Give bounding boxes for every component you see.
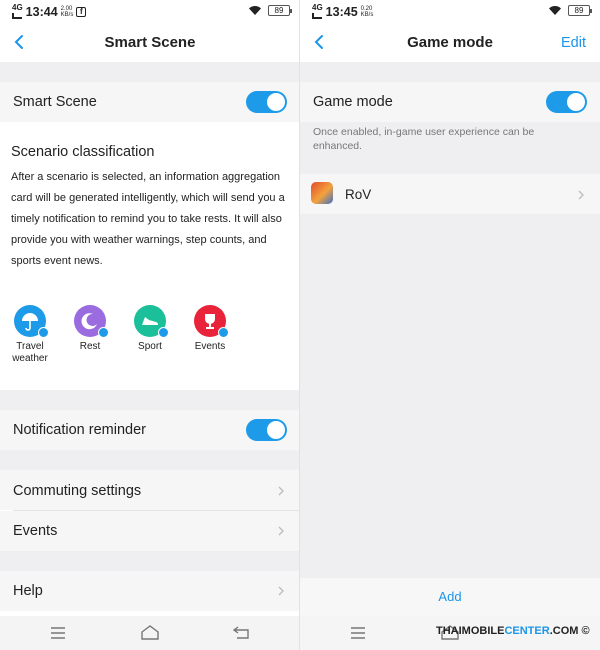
back-nav-icon[interactable]	[233, 626, 249, 639]
add-bar: Add	[300, 578, 600, 616]
game-mode-hint: Once enabled, in-game user experience ca…	[313, 126, 535, 152]
navigation-bar	[0, 616, 300, 650]
check-icon	[98, 327, 109, 338]
network-indicator: 4G	[312, 4, 323, 19]
description: After a scenario is selected, an informa…	[11, 171, 285, 267]
wifi-icon	[549, 6, 561, 15]
game-mode-toggle[interactable]	[546, 91, 587, 113]
rov-app-icon	[311, 182, 333, 204]
watermark-logo: THAIMOBILECENTER.COM ©	[436, 625, 590, 637]
clock: 13:44	[25, 4, 58, 19]
check-icon	[158, 327, 169, 338]
scenario-label: Sport	[138, 341, 162, 352]
scenario-sport[interactable]: Sport	[120, 305, 180, 353]
help-label: Help	[13, 583, 43, 599]
menu-icon[interactable]	[51, 627, 65, 639]
spacer	[0, 62, 300, 82]
chevron-right-icon	[278, 526, 284, 536]
chevron-right-icon	[278, 486, 284, 496]
network-indicator: 4G	[12, 4, 23, 19]
scenario-label: Travel weather	[12, 341, 48, 364]
spacer	[0, 450, 300, 470]
wifi-icon	[249, 6, 261, 15]
network-speed: 0.20 KB/s	[360, 5, 374, 18]
facebook-notification-icon: f	[76, 6, 87, 17]
events-label: Events	[13, 523, 58, 539]
menu-icon[interactable]	[351, 627, 365, 639]
page-title: Game mode	[407, 34, 493, 51]
moon-icon	[74, 305, 109, 338]
chevron-right-icon	[578, 190, 584, 200]
game-mode-toggle-row[interactable]: Game mode	[300, 82, 600, 122]
signal-icon	[312, 13, 323, 19]
shoe-icon	[134, 305, 169, 338]
game-mode-screen: 4G 13:45 0.20 KB/s 89 Game mode Edit Game…	[300, 0, 600, 650]
smart-scene-toggle[interactable]	[246, 91, 287, 113]
trophy-icon	[194, 305, 229, 338]
smart-scene-screen: 4G 13:44 2.00 KB/s f 89 Smart Scene Smart…	[0, 0, 300, 650]
toggle-knob	[267, 93, 285, 111]
clock: 13:45	[325, 4, 358, 19]
check-icon	[218, 327, 229, 338]
smart-scene-label: Smart Scene	[13, 94, 97, 110]
commuting-settings-label: Commuting settings	[13, 483, 142, 499]
toggle-knob	[267, 421, 285, 439]
navigation-bar: THAIMOBILECENTER.COM ©	[300, 616, 600, 650]
spacer	[0, 551, 300, 571]
edit-button[interactable]: Edit	[561, 35, 586, 51]
scenario-label: Rest	[79, 341, 101, 352]
battery-icon: 89	[568, 5, 592, 16]
commuting-settings-row[interactable]: Commuting settings	[0, 470, 300, 510]
smart-scene-toggle-row[interactable]: Smart Scene	[0, 82, 300, 122]
battery-icon: 89	[268, 5, 292, 16]
game-mode-label: Game mode	[313, 94, 393, 110]
notification-reminder-label: Notification reminder	[13, 422, 146, 438]
add-button[interactable]: Add	[438, 589, 461, 604]
scenario-list: Travel weather Rest Sport Events	[0, 305, 300, 375]
app-row-rov[interactable]: RoV	[300, 174, 600, 214]
help-row[interactable]: Help	[0, 571, 300, 611]
section-title: Scenario classification	[11, 144, 155, 160]
header: Game mode Edit	[300, 24, 600, 62]
toggle-knob	[567, 93, 585, 111]
status-bar: 4G 13:44 2.00 KB/s f 89	[0, 0, 300, 24]
scenario-travel-weather[interactable]: Travel weather	[0, 305, 60, 365]
home-icon[interactable]	[141, 625, 159, 640]
signal-icon	[12, 13, 23, 19]
header: Smart Scene	[0, 26, 300, 60]
scenario-events[interactable]: Events	[180, 305, 240, 353]
page-title: Smart Scene	[104, 34, 196, 51]
umbrella-icon	[14, 305, 49, 338]
scenario-rest[interactable]: Rest	[60, 305, 120, 353]
scenario-label: Events	[194, 341, 226, 352]
network-speed: 2.00 KB/s	[60, 5, 74, 18]
spacer	[0, 390, 300, 410]
app-name: RoV	[345, 187, 372, 202]
status-bar: 4G 13:45 0.20 KB/s 89	[300, 0, 600, 24]
chevron-right-icon	[278, 586, 284, 596]
notification-reminder-toggle[interactable]	[246, 419, 287, 441]
events-row[interactable]: Events	[0, 511, 300, 551]
notification-reminder-row[interactable]: Notification reminder	[0, 410, 300, 450]
check-icon	[38, 327, 49, 338]
